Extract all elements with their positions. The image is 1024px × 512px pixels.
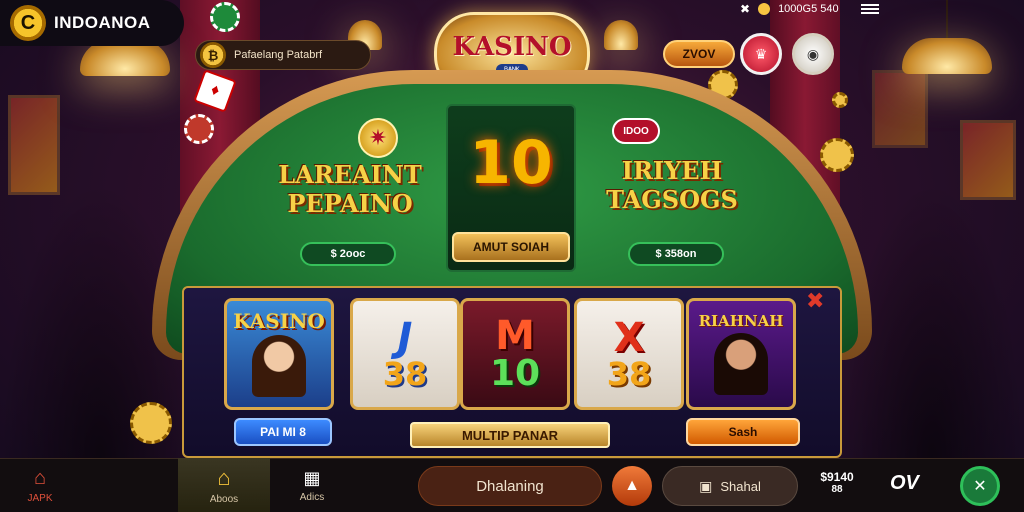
right-text[interactable]: OV bbox=[890, 472, 919, 495]
wall-frame-right-2 bbox=[872, 70, 928, 148]
right-title-line1: IRIYEH bbox=[621, 156, 723, 185]
promo-banner[interactable]: ₿ Pafaelang Patabrf bbox=[195, 40, 371, 70]
coin-icon bbox=[130, 402, 172, 444]
nav-item-adics[interactable]: ▦ Adics bbox=[276, 458, 348, 512]
brand-logo-icon: C bbox=[10, 5, 46, 41]
badge-icon: ◉ bbox=[806, 45, 820, 62]
chip-icon bbox=[184, 114, 214, 144]
coin-icon bbox=[820, 138, 854, 172]
right-game-title[interactable]: IRIYEH TAGSOGS bbox=[598, 156, 746, 214]
game-tile-x38[interactable]: X 38 bbox=[574, 298, 684, 410]
brand-name: INDOANOA bbox=[54, 13, 151, 32]
coin-icon: ₿ bbox=[200, 42, 226, 68]
right-title-line2: TAGSOGS bbox=[606, 185, 738, 214]
house-icon: ⌂ bbox=[33, 466, 47, 489]
house-icon: ⌂ bbox=[217, 465, 231, 490]
left-title-line1: LAREAINT bbox=[278, 160, 422, 189]
logo-title: KASINO bbox=[452, 32, 572, 62]
promo-text: Pafaelang Patabrf bbox=[234, 49, 323, 61]
nav-item-aboos[interactable]: ⌂ Aboos bbox=[178, 458, 270, 512]
profile-badge-white[interactable]: ◉ bbox=[792, 33, 834, 75]
close-icon[interactable]: ✖ bbox=[806, 288, 832, 314]
search-label: Shahal bbox=[720, 478, 761, 494]
tile-title: KASINO bbox=[233, 309, 325, 333]
left-amount-pill[interactable]: $ 2ooc bbox=[300, 242, 396, 266]
tile-line2: 38 bbox=[382, 355, 428, 393]
tile-line1: J bbox=[397, 315, 413, 361]
star-badge-icon: ✷ bbox=[358, 118, 398, 158]
brand-header[interactable]: C INDOANOA bbox=[0, 0, 184, 46]
grid-icon: ▦ bbox=[303, 467, 321, 488]
nav-label: JAPK bbox=[27, 492, 53, 504]
game-play-button[interactable]: PAI MI 8 bbox=[234, 418, 332, 446]
character-avatar bbox=[714, 332, 768, 395]
chip-icon: ▲ bbox=[624, 477, 640, 494]
right-amount-pill[interactable]: $ 358on bbox=[628, 242, 724, 266]
badge-icon: ♛ bbox=[754, 45, 768, 62]
game-tile-kasino[interactable]: KASINO bbox=[224, 298, 334, 410]
tile-line2: 10 bbox=[489, 353, 541, 394]
balance-display: $9140 88 bbox=[812, 470, 862, 496]
left-title-line2: PEPAINO bbox=[287, 189, 413, 218]
close-icon: ✕ bbox=[973, 478, 987, 495]
lamp-cord bbox=[946, 0, 948, 40]
close-circle-button[interactable]: ✕ bbox=[960, 466, 1000, 506]
status-time: 1000G5 540 bbox=[778, 3, 839, 15]
balance-sub: 88 bbox=[831, 484, 843, 496]
tile-title: RIAHNAH bbox=[698, 311, 784, 330]
main-action-pill[interactable]: Dhalaning bbox=[418, 466, 602, 506]
profile-badge-red[interactable]: ♛ bbox=[740, 33, 782, 75]
game-tile-player[interactable]: RIAHNAH bbox=[686, 298, 796, 410]
ceiling-lamp-small bbox=[604, 20, 638, 50]
multiplayer-ribbon[interactable]: MULTIP PANAR bbox=[410, 422, 610, 448]
tile-line1: X bbox=[613, 315, 645, 361]
right-badge: IDOO bbox=[612, 118, 660, 144]
search-pill[interactable]: ▣ Shahal bbox=[662, 466, 798, 506]
coin-status-icon bbox=[758, 3, 771, 15]
balance-value: $9140 bbox=[820, 470, 854, 484]
header-action-button[interactable]: ZVOV bbox=[663, 40, 735, 68]
nav-label: Aboos bbox=[209, 494, 239, 505]
wallet-icon: ▣ bbox=[699, 477, 713, 494]
character-avatar bbox=[252, 335, 306, 397]
game-tile-j38[interactable]: J 38 bbox=[350, 298, 460, 410]
center-action-button[interactable]: AMUT SOIAH bbox=[452, 232, 570, 262]
tile-line1: M bbox=[495, 313, 535, 359]
tile-line2: 38 bbox=[606, 355, 652, 393]
game-play-button[interactable]: Sash bbox=[686, 418, 800, 446]
chip-icon bbox=[210, 2, 240, 32]
wall-frame-left bbox=[8, 95, 60, 195]
center-number: 10 bbox=[469, 128, 553, 198]
status-bar: ✖ 1000G5 540 bbox=[740, 2, 879, 16]
wall-frame-right bbox=[960, 120, 1016, 200]
game-tile-m10[interactable]: M 10 bbox=[460, 298, 570, 410]
nav-label: Adics bbox=[299, 491, 325, 503]
left-game-title[interactable]: LAREAINT PEPAINO bbox=[276, 160, 424, 218]
menu-icon[interactable] bbox=[860, 4, 879, 14]
bet-circle-button[interactable]: ▲ bbox=[612, 466, 652, 506]
ceiling-lamp-right bbox=[902, 38, 992, 74]
notification-icon: ✖ bbox=[740, 2, 751, 16]
coin-icon bbox=[832, 92, 848, 108]
nav-item-home[interactable]: ⌂ JAPK bbox=[0, 458, 80, 512]
